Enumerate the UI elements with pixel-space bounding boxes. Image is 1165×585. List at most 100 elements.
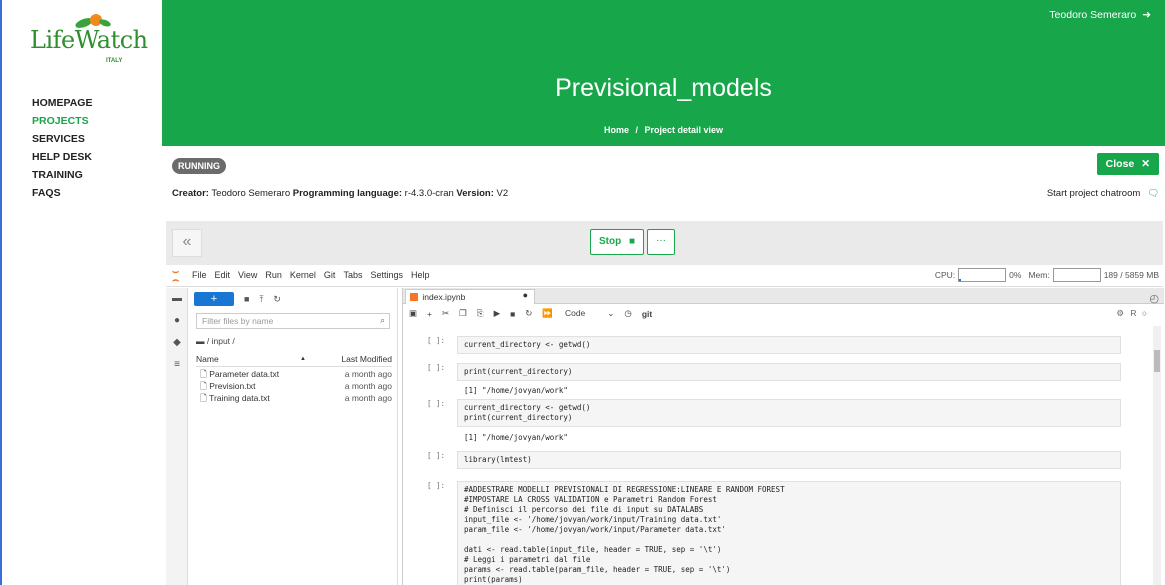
clock-icon[interactable]: ◷ [624,308,631,319]
menu-run[interactable]: Run [265,270,282,280]
breadcrumb-home[interactable]: Home [604,125,629,135]
version-value: V2 [496,188,509,199]
project-meta: Creator: Teodoro Semeraro Programming la… [172,188,508,199]
more-button[interactable]: ··· [647,229,676,255]
current-path[interactable]: ▬ / input / [196,336,235,346]
user-menu[interactable]: Teodoro Semeraro ➜ [1049,9,1151,21]
menu-settings[interactable]: Settings [370,270,403,280]
logo-text: LifeWatch [30,26,148,54]
sort-caret-icon: ▲ [300,356,306,362]
file-list: 🗋︎ Parameter data.txt a month ago 🗋︎ Pre… [196,369,392,405]
notebook-scrollbar[interactable] [1153,326,1161,585]
stop-button[interactable]: Stop ■ [590,229,645,255]
nav-homepage[interactable]: HOMEPAGE [32,94,92,112]
git-icon[interactable]: ◆ [166,332,188,354]
tab-index-ipynb[interactable]: index.ipynb ● [405,289,535,304]
menu-view[interactable]: View [238,270,257,280]
status-badge: RUNNING [172,158,226,174]
cell-prompt: [ ]: [427,363,446,372]
refresh-icon[interactable]: ↻ [273,294,281,305]
menu-list: File Edit View Run Kernel Git Tabs Setti… [192,270,430,280]
kernel-settings-icon: ⚙ [1116,308,1124,318]
cut-icon[interactable]: ✂ [442,308,449,319]
language-label: Programming language: [292,188,403,199]
file-row[interactable]: 🗋︎ Training data.txt a month ago [196,393,392,405]
cell-source[interactable]: print(current_directory) [457,363,1121,381]
run-icon[interactable]: ▶ [494,308,501,319]
running-icon[interactable]: ● [166,310,188,332]
save-icon[interactable]: ▣ [409,308,417,319]
menu-file[interactable]: File [192,270,207,280]
tab-bar: index.ipynb ● [403,288,1164,304]
menu-tabs[interactable]: Tabs [343,270,362,280]
property-inspector-icon[interactable]: ◴ [1149,292,1159,305]
column-name[interactable]: Name [196,354,219,364]
file-modified: a month ago [344,369,392,379]
menubar: ⌣ ⌢ File Edit View Run Kernel Git Tabs Se… [166,265,1163,287]
stop-label: Stop [599,236,622,247]
nav-help-desk[interactable]: HELP DESK [32,148,92,166]
chatroom-link[interactable]: Start project chatroom 🗨︎ [1047,188,1159,199]
add-cell-icon[interactable]: + [427,309,432,319]
filter-input[interactable]: Filter files by name ⌕ [196,313,390,329]
run-all-icon[interactable]: ⏩ [542,308,553,319]
lifewatch-logo[interactable]: LifeWatch ITALY [30,12,148,68]
logout-icon[interactable]: ➜ [1142,9,1151,21]
cell-source[interactable]: library(lmtest) [457,451,1121,469]
cell-source[interactable]: current_directory <- getwd() print(curre… [457,399,1121,427]
new-launcher-button[interactable]: + [194,292,234,306]
menu-help[interactable]: Help [411,270,430,280]
upload-icon[interactable]: ⤒ [259,294,263,305]
folder-icon[interactable]: ▬ [166,288,188,310]
cell-prompt: [ ]: [427,336,446,345]
nav-projects[interactable]: PROJECTS [32,112,92,130]
mem-value: 189 / 5859 MB [1103,270,1159,280]
scrollbar-thumb[interactable] [1154,350,1160,372]
tab-label: index.ipynb [422,292,466,302]
creator-value: Teodoro Semeraro [211,188,291,199]
new-folder-icon[interactable]: ■ [244,294,249,304]
filter-placeholder: Filter files by name [202,316,274,326]
collapse-button[interactable]: « [172,229,202,257]
menu-kernel[interactable]: Kernel [290,270,316,280]
cell-source[interactable]: #ADDESTRARE MODELLI PREVISIONALI DI REGR… [457,481,1121,585]
file-icon: 🗋︎ [200,381,207,391]
file-icon: 🗋︎ [200,369,207,379]
close-icon: ✕ [1141,158,1150,170]
cell-source[interactable]: current_directory <- getwd() [457,336,1121,354]
menu-edit[interactable]: Edit [215,270,231,280]
notebook-panel: index.ipynb ● ▣ + ✂ ❐ ⎘ ▶ ■ ↻ ⏩ Code ⌄ ◷ … [402,288,1164,585]
column-last-modified[interactable]: Last Modified [341,354,392,364]
breadcrumb: Home / Project detail view [162,125,1165,135]
menu-git[interactable]: Git [324,270,336,280]
nav-training[interactable]: TRAINING [32,166,92,184]
file-modified: a month ago [344,381,392,391]
file-row[interactable]: 🗋︎ Parameter data.txt a month ago [196,369,392,381]
kernel-indicator[interactable]: ⚙ R ○ [1116,308,1147,319]
kernel-status-icon: ○ [1141,308,1147,318]
nav-faqs[interactable]: FAQS [32,184,92,202]
user-name: Teodoro Semeraro [1049,9,1137,21]
chatroom-label: Start project chatroom [1046,188,1141,199]
jupyter-logo-icon: ⌣ ⌢ [172,266,180,286]
stop-icon: ■ [629,236,636,247]
close-button[interactable]: Close ✕ [1096,153,1159,175]
cell-type-select[interactable]: Code ⌄ [565,308,614,319]
folder-path-icon: ▬ [196,336,205,346]
page-title: Previsional_models [555,74,772,102]
logo-subtitle: ITALY [106,58,123,64]
paste-icon[interactable]: ⎘ [477,308,484,319]
breadcrumb-current: Project detail view [644,125,724,135]
unsaved-dot-icon[interactable]: ● [523,290,528,300]
copy-icon[interactable]: ❐ [459,308,467,319]
file-browser: + ■ ⤒ ↻ Filter files by name ⌕ ▬ / input… [188,288,398,585]
interrupt-icon[interactable]: ■ [510,309,515,319]
toc-icon[interactable]: ≡ [166,354,188,376]
git-diff-button[interactable]: git [642,309,652,319]
cells-area: [ ]: current_directory <- getwd() [ ]: p… [403,326,1153,585]
version-label: Version: [456,188,494,199]
cell-prompt: [ ]: [427,481,446,490]
restart-icon[interactable]: ↻ [525,308,532,319]
nav-services[interactable]: SERVICES [32,130,92,148]
file-row[interactable]: 🗋︎ Prevision.txt a month ago [196,381,392,393]
